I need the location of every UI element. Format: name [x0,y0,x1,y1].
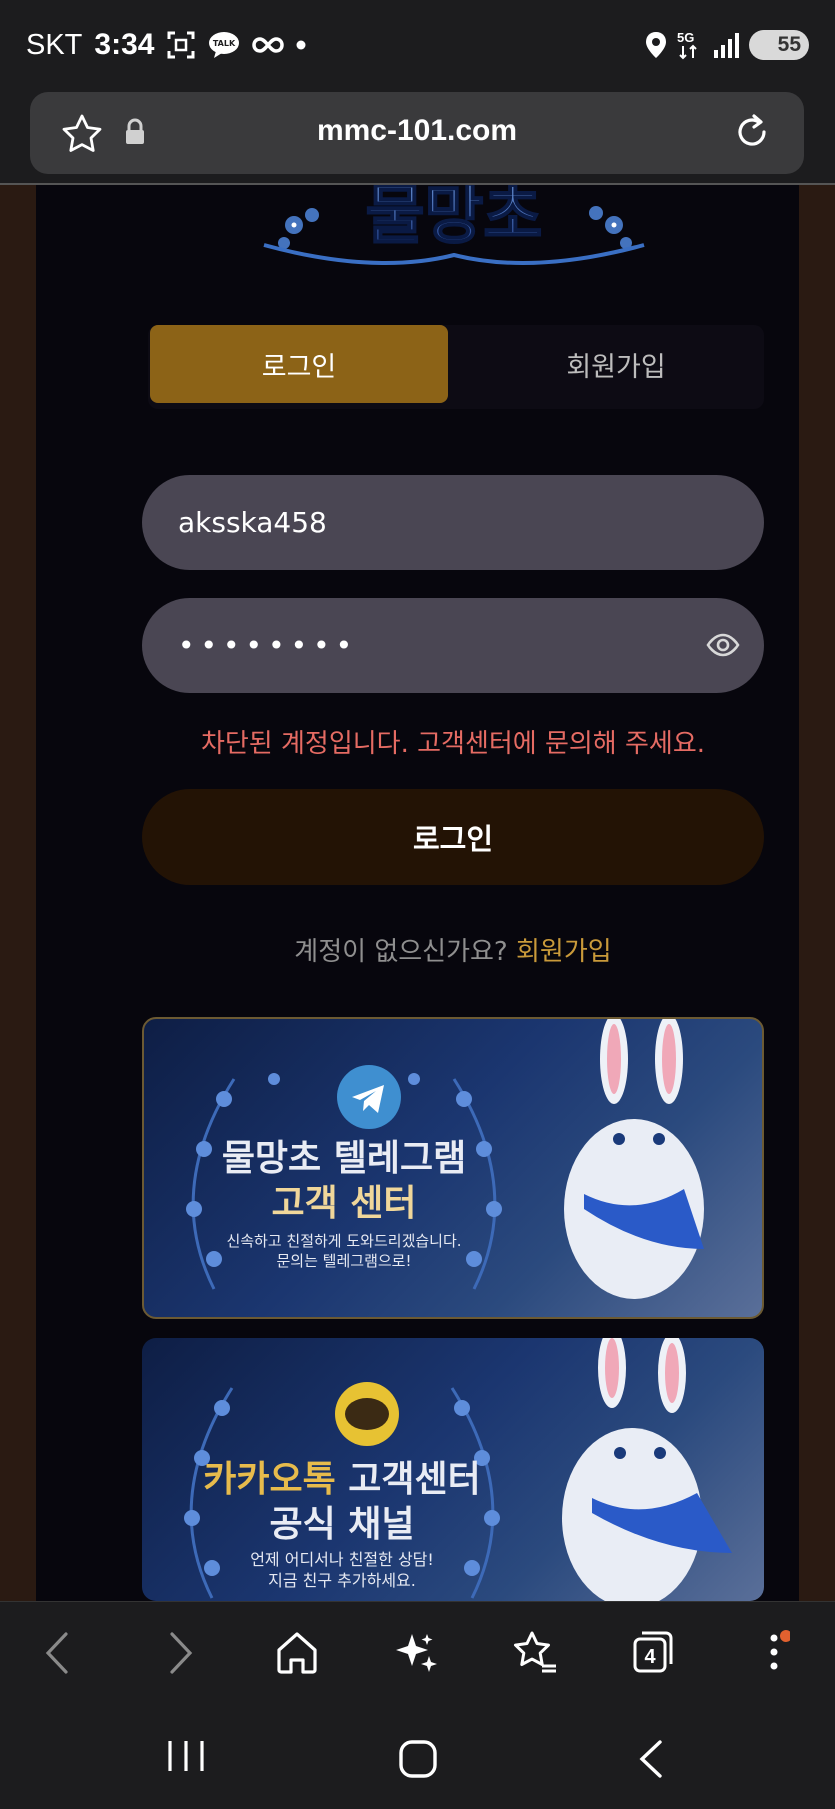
screenshot-icon [166,30,196,60]
telegram-banner-sub-1: 신속하고 친절하게 도와드리겠습니다. [226,1232,462,1250]
bookmarks-icon[interactable] [512,1630,558,1678]
tabs-icon[interactable]: 4 [632,1630,674,1678]
tab-count: 4 [644,1646,656,1668]
browser-toolbar: 4 [0,1601,835,1701]
menu-more-icon[interactable] [760,1630,792,1678]
status-right: 5G 55 [645,30,809,60]
kakao-banner-sub-2: 지금 친구 추가하세요. [268,1571,416,1590]
home-button-icon[interactable] [398,1739,438,1783]
talk-notification-icon: TALK [208,31,240,59]
username-input[interactable]: aksska458 [142,475,764,570]
password-input[interactable]: •••••••• [142,598,764,693]
password-value: •••••••• [178,629,359,662]
show-password-eye-icon[interactable] [706,628,740,669]
page-container: 물망초 로그인 회원가입 aksska458 •••••••• 차단된 계정입니… [36,185,799,1601]
infinity-icon [252,35,285,55]
kakao-banner-sub-1: 언제 어디서나 친절한 상담! [250,1550,434,1569]
ai-sparkle-icon[interactable] [394,1630,438,1678]
url-text: mmc-101.com [316,114,518,147]
location-icon [645,31,667,59]
tab-signup[interactable]: 회원가입 [468,325,764,403]
battery-indicator: 55 [749,30,809,60]
logo-text: 물망초 [366,185,543,253]
error-message: 차단된 계정입니다. 고객센터에 문의해 주세요. [200,729,706,759]
clock: 3:34 [94,28,155,61]
signal-icon [713,32,739,58]
address-bar[interactable]: mmc-101.com [30,92,804,174]
tab-login[interactable]: 로그인 [150,325,448,403]
reload-icon[interactable] [730,110,774,158]
carrier-label: SKT [26,28,83,61]
home-icon[interactable] [276,1630,318,1678]
kakao-title-rest: 고객센터 [335,1459,481,1500]
web-page: 물망초 로그인 회원가입 aksska458 •••••••• 차단된 계정입니… [0,185,835,1601]
svg-text:5G: 5G [677,30,694,45]
login-button[interactable]: 로그인 [142,789,764,885]
kakao-banner-title-2: 공식 채널 [269,1504,415,1545]
signup-prompt: 계정이 없으신가요? 회원가입 [142,931,764,968]
auth-tabs: 로그인 회원가입 [148,325,764,409]
site-logo: 물망초 [263,185,645,265]
no-account-text: 계정이 없으신가요? [294,937,508,967]
status-bar: SKT 3:34 TALK 5G 55 [0,0,835,92]
svg-text:TALK: TALK [213,39,236,48]
telegram-banner-sub-2: 문의는 텔레그램으로! [276,1252,412,1270]
network-5g-icon: 5G [677,30,703,60]
system-back-icon[interactable] [636,1739,666,1783]
telegram-banner-title-2: 고객 센터 [271,1183,417,1224]
signup-link[interactable]: 회원가입 [516,937,612,967]
telegram-support-banner[interactable]: 물망초 텔레그램 고객 센터 신속하고 친절하게 도와드리겠습니다. 문의는 텔… [142,1017,764,1319]
recent-apps-icon[interactable] [166,1739,206,1777]
system-navigation-bar [0,1701,835,1809]
kakao-title-gold: 카카오톡 [203,1459,336,1500]
status-left: SKT 3:34 TALK [26,28,306,62]
kakao-support-banner[interactable]: 카카오톡 고객센터 공식 채널 언제 어디서나 친절한 상담! 지금 친구 추가… [142,1338,764,1601]
back-arrow-icon[interactable] [42,1630,74,1680]
forward-arrow-icon[interactable] [164,1630,196,1680]
dot-icon [296,40,306,50]
username-value: aksska458 [178,506,327,539]
